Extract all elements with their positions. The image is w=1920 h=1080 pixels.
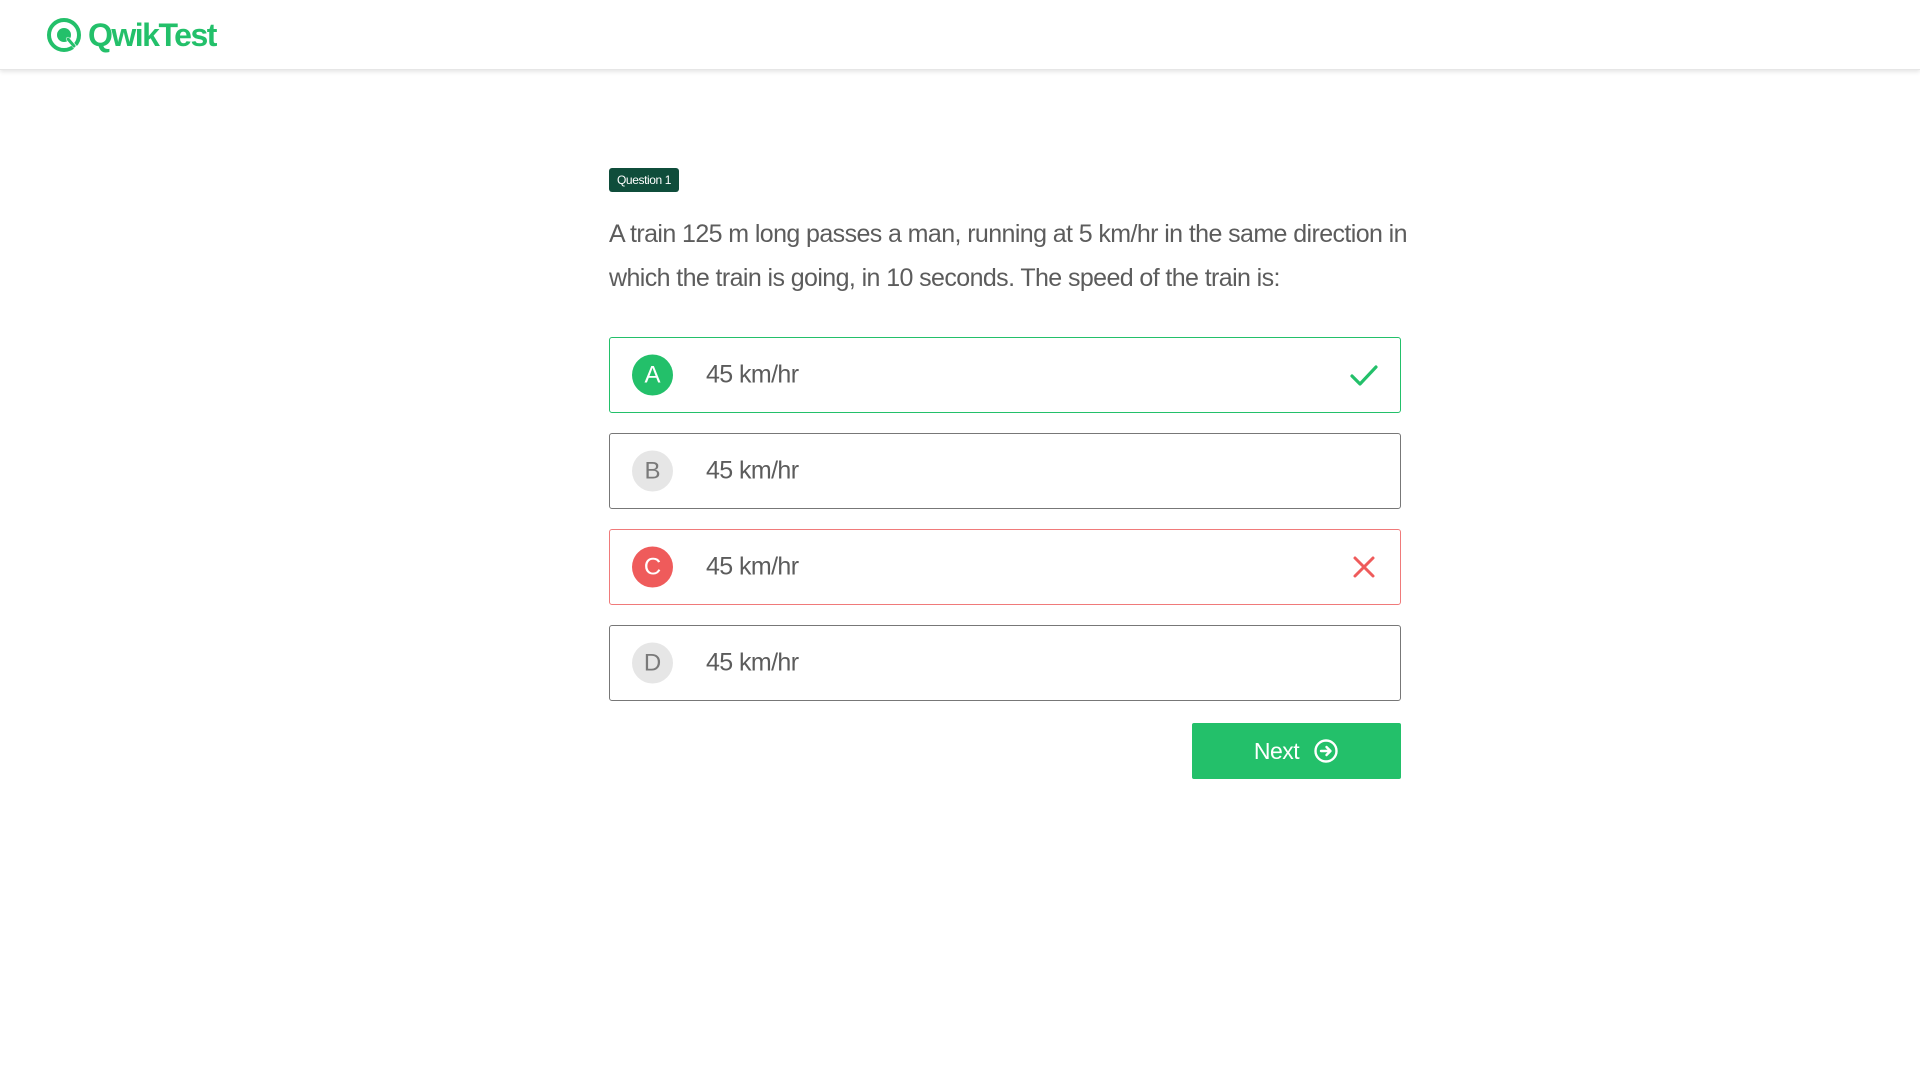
option-letter-c: C (632, 546, 673, 588)
option-letter-b: B (632, 450, 673, 492)
option-label-a: 45 km/hr (706, 360, 799, 389)
next-button-label: Next (1253, 737, 1300, 764)
option-c[interactable]: C 45 km/hr (609, 529, 1401, 605)
question-actions: Next (609, 723, 1401, 783)
option-d[interactable]: D 45 km/hr (609, 625, 1401, 701)
question-text: A train 125 m long passes a man, running… (609, 220, 1408, 292)
option-label-b: 45 km/hr (706, 456, 799, 485)
brand-logo[interactable]: QwikTest (46, 16, 217, 54)
next-button[interactable]: Next (1192, 723, 1401, 779)
option-letter-d: D (632, 642, 673, 684)
question-number-badge: Question 1 (609, 168, 680, 192)
brand-name: QwikTest (88, 16, 217, 53)
option-a[interactable]: A 45 km/hr (609, 337, 1401, 413)
check-icon (1350, 365, 1378, 386)
top-bar: QwikTest (0, 0, 1920, 70)
close-icon (1353, 556, 1375, 578)
arrow-right-circle-icon (1314, 739, 1338, 763)
question-panel: Question 1 A train 125 m long passes a m… (609, 168, 1408, 783)
option-b[interactable]: B 45 km/hr (609, 433, 1401, 509)
options-list: A 45 km/hr B 45 km/hr C 45 km/hr D 45 km… (609, 337, 1401, 701)
option-label-d: 45 km/hr (706, 648, 799, 677)
option-letter-a: A (632, 354, 673, 396)
qwiktest-logo-icon (47, 18, 81, 52)
option-label-c: 45 km/hr (706, 552, 799, 581)
